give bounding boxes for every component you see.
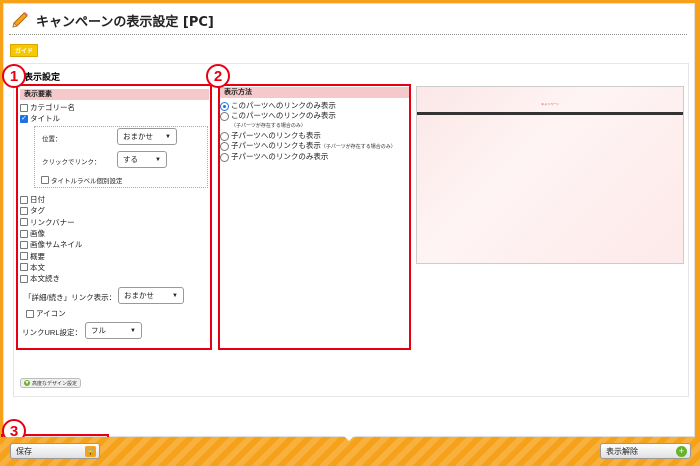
- advanced-design-label: 高度なデザイン設定: [32, 380, 78, 387]
- pencil-icon: [12, 12, 28, 28]
- preview-title: キャンペーン: [541, 102, 559, 106]
- preview-divider: [417, 112, 683, 115]
- footer-notch: [344, 436, 354, 441]
- preview-pane: キャンペーン: [416, 86, 684, 264]
- lock-icon: 🔒: [85, 446, 96, 457]
- title-divider: [9, 34, 687, 35]
- annotation-box-2: [218, 84, 411, 350]
- section-title: 表示設定: [24, 72, 61, 82]
- save-button[interactable]: 保存 🔒: [10, 443, 100, 459]
- page-title: キャンペーンの表示設定 [PC]: [36, 14, 214, 30]
- advanced-design-button[interactable]: ▼ 高度なデザイン設定: [20, 378, 82, 388]
- page-title-bar: キャンペーンの表示設定 [PC]: [10, 9, 214, 31]
- annotation-number-2: 2: [206, 64, 230, 88]
- guide-badge[interactable]: ガイド: [10, 44, 39, 57]
- hide-button[interactable]: 表示解除 +: [600, 443, 691, 459]
- plus-icon: +: [676, 446, 687, 457]
- annotation-number-1: 1: [2, 64, 26, 88]
- footer-bar: [0, 437, 700, 466]
- hide-label: 表示解除: [606, 446, 638, 456]
- annotation-box-1: [16, 84, 212, 350]
- save-label: 保存: [16, 446, 32, 456]
- down-arrow-icon: ▼: [24, 380, 30, 386]
- app-frame: キャンペーンの表示設定 [PC] ガイド 表示設定 表示要素 カテゴリー名 ✓ …: [0, 0, 700, 466]
